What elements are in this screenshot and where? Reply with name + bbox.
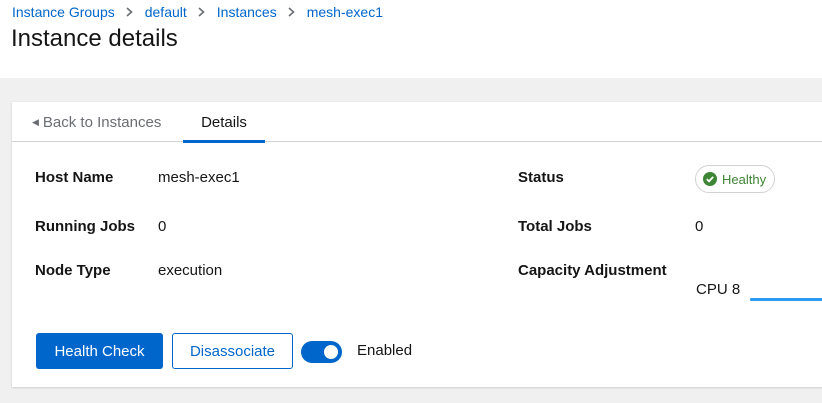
- page-title: Instance details: [11, 25, 178, 52]
- status-label: Status: [518, 169, 564, 186]
- status-badge: Healthy: [695, 165, 776, 193]
- health-check-button[interactable]: Health Check: [36, 333, 163, 369]
- tab-back-to-instances[interactable]: ◀ Back to Instances: [32, 102, 161, 142]
- tab-bar: ◀ Back to Instances Details: [12, 102, 822, 143]
- capacity-slider[interactable]: [750, 298, 822, 301]
- host-name-value: mesh-exec1: [158, 169, 240, 186]
- total-jobs-value: 0: [695, 218, 704, 235]
- page-header: Instance Groups default Instances mesh-e…: [0, 0, 822, 78]
- caret-left-icon: ◀: [32, 116, 39, 127]
- tab-details-label: Details: [201, 113, 247, 131]
- running-jobs-label: Running Jobs: [35, 218, 135, 235]
- chevron-right-icon: [288, 7, 295, 17]
- toggle-knob: [324, 345, 338, 359]
- status-value: Healthy: [722, 171, 767, 187]
- enabled-label: Enabled: [357, 342, 413, 359]
- chevron-right-icon: [126, 7, 133, 17]
- breadcrumb: Instance Groups default Instances mesh-e…: [12, 4, 383, 20]
- enabled-toggle[interactable]: [301, 341, 342, 363]
- check-circle-icon: [703, 172, 717, 186]
- disassociate-button[interactable]: Disassociate: [172, 333, 293, 369]
- breadcrumb-instances[interactable]: Instances: [217, 4, 277, 20]
- running-jobs-value: 0: [158, 218, 167, 235]
- host-name-label: Host Name: [35, 169, 114, 186]
- breadcrumb-default[interactable]: default: [145, 4, 187, 20]
- breadcrumb-mesh-exec1[interactable]: mesh-exec1: [307, 4, 383, 20]
- node-type-label: Node Type: [35, 262, 111, 279]
- node-type-value: execution: [158, 262, 223, 279]
- tab-details[interactable]: Details: [183, 102, 265, 143]
- chevron-right-icon: [198, 7, 205, 17]
- capacity-adjustment-label: Capacity Adjustment: [518, 262, 667, 279]
- breadcrumb-instance-groups[interactable]: Instance Groups: [12, 4, 115, 20]
- tab-back-label: Back to Instances: [42, 113, 162, 131]
- instance-details-card: ◀ Back to Instances Details Host Name me…: [12, 102, 822, 387]
- total-jobs-label: Total Jobs: [518, 218, 592, 235]
- capacity-value: CPU 8: [696, 281, 741, 298]
